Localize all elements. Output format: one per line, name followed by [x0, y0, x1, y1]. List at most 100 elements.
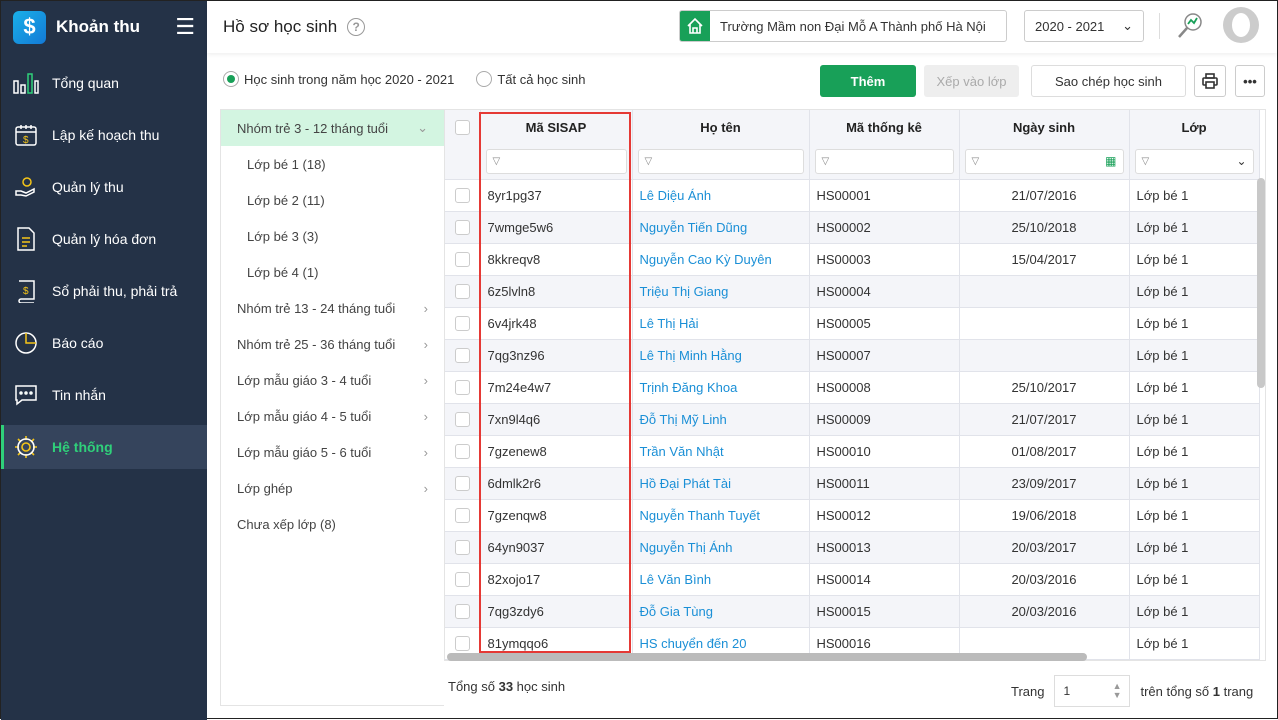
chevron-right-icon[interactable]: ›: [424, 337, 428, 352]
chevron-right-icon[interactable]: ›: [424, 409, 428, 424]
chevron-right-icon[interactable]: ›: [424, 301, 428, 316]
help-icon[interactable]: ?: [347, 18, 366, 36]
student-name-cell[interactable]: Nguyễn Thanh Tuyết: [632, 499, 810, 532]
sidebar-item-6[interactable]: Tin nhắn: [1, 373, 207, 417]
tree-class[interactable]: Lớp bé 2 (11): [221, 182, 444, 218]
student-name-cell[interactable]: Triệu Thị Giang: [632, 275, 810, 308]
student-name-cell[interactable]: Nguyễn Tiến Dũng: [632, 211, 810, 244]
table-row[interactable]: 7wmge5w6 Nguyễn Tiến Dũng HS00002 25/10/201…: [445, 211, 1260, 244]
student-name-cell[interactable]: Lê Văn Bình: [632, 563, 810, 596]
stepper-icon[interactable]: ▲ ▼: [1113, 682, 1122, 700]
more-options-button[interactable]: •••: [1235, 65, 1265, 97]
add-button[interactable]: Thêm: [820, 65, 916, 97]
checkbox[interactable]: [454, 571, 470, 587]
chevron-right-icon[interactable]: ›: [424, 445, 428, 460]
search-analytics-icon[interactable]: [1175, 11, 1205, 44]
row-select[interactable]: [445, 371, 481, 404]
table-row[interactable]: 7qg3zdy6 Đỗ Gia Tùng HS00015 20/03/2016 Lớp …: [445, 595, 1260, 628]
checkbox[interactable]: [454, 603, 470, 619]
checkbox[interactable]: [454, 539, 470, 555]
checkbox[interactable]: [454, 315, 470, 331]
checkbox[interactable]: [454, 507, 470, 523]
student-name-cell[interactable]: Đỗ Gia Tùng: [632, 595, 810, 628]
row-select[interactable]: [445, 467, 481, 500]
sidebar-item-1[interactable]: $ Lập kế hoạch thu: [1, 113, 207, 157]
row-select[interactable]: [445, 595, 481, 628]
tree-group[interactable]: Lớp ghép ›: [221, 470, 444, 506]
year-select[interactable]: 2020 - 2021 ⌄: [1024, 10, 1144, 42]
column-header[interactable]: Lớp: [1129, 110, 1260, 144]
sidebar-item-2[interactable]: Quản lý thu: [1, 165, 207, 209]
checkbox[interactable]: [454, 283, 470, 299]
table-row[interactable]: 7gzenew8 Trần Văn Nhật HS00010 01/08/2017 Lớ…: [445, 435, 1260, 468]
sidebar-item-7[interactable]: Hệ thống: [1, 425, 207, 469]
column-header[interactable]: Mã SISAP: [480, 110, 633, 144]
horizontal-scrollbar[interactable]: [447, 653, 1087, 661]
student-name-cell[interactable]: Lê Diệu Ánh: [632, 179, 810, 212]
filter-input[interactable]: ▽: [637, 148, 804, 174]
filter-input[interactable]: ▽: [485, 148, 627, 174]
sidebar-item-0[interactable]: Tổng quan: [1, 61, 207, 105]
checkbox[interactable]: [454, 443, 470, 459]
chevron-down-icon[interactable]: ⌄: [1236, 154, 1246, 168]
chevron-down-icon[interactable]: ⌄: [417, 120, 428, 136]
table-row[interactable]: 7xn9l4q6 Đỗ Thị Mỹ Linh HS00009 21/07/2017 L…: [445, 403, 1260, 436]
tree-group[interactable]: Lớp mẫu giáo 5 - 6 tuổi ›: [221, 434, 444, 470]
student-name-cell[interactable]: Nguyễn Thị Ánh: [632, 531, 810, 564]
filter-input[interactable]: ▽ ⌄: [1134, 148, 1254, 174]
checkbox[interactable]: [454, 347, 470, 363]
student-name-cell[interactable]: Đỗ Thị Mỹ Linh: [632, 403, 810, 436]
table-row[interactable]: 8yr1pg37 Lê Diệu Ánh HS00001 21/07/2016 Lớp …: [445, 179, 1260, 212]
row-select[interactable]: [445, 275, 481, 308]
student-name-cell[interactable]: Nguyễn Cao Kỳ Duyên: [632, 243, 810, 276]
table-row[interactable]: 6z5lvln8 Triệu Thị Giang HS00004 Lớp bé 1: [445, 275, 1260, 308]
checkbox[interactable]: [454, 475, 470, 491]
filter-input[interactable]: ▽: [814, 148, 954, 174]
tree-group[interactable]: Nhóm trẻ 13 - 24 tháng tuổi ›: [221, 290, 444, 326]
row-select[interactable]: [445, 339, 481, 372]
radio-current-year[interactable]: Học sinh trong năm học 2020 - 2021: [223, 71, 454, 87]
row-select[interactable]: [445, 435, 481, 468]
sidebar-item-4[interactable]: $ Sổ phải thu, phải trả: [1, 269, 207, 313]
tree-class[interactable]: Lớp bé 1 (18): [221, 146, 444, 182]
table-row[interactable]: 7qg3nz96 Lê Thị Minh Hằng HS00007 Lớp bé 1: [445, 339, 1260, 372]
checkbox[interactable]: [454, 187, 470, 203]
table-row[interactable]: 7m24e4w7 Trịnh Đăng Khoa HS00008 25/10/2017…: [445, 371, 1260, 404]
hamburger-menu-icon[interactable]: ☰: [175, 14, 195, 40]
row-select[interactable]: [445, 563, 481, 596]
student-name-cell[interactable]: Trịnh Đăng Khoa: [632, 371, 810, 404]
table-row[interactable]: 8kkreqv8 Nguyễn Cao Kỳ Duyên HS00003 15/04/…: [445, 243, 1260, 276]
assign-class-button[interactable]: Xếp vào lớp: [924, 65, 1019, 97]
checkbox[interactable]: [454, 411, 470, 427]
select-all[interactable]: [445, 110, 481, 144]
tree-group[interactable]: Nhóm trẻ 3 - 12 tháng tuổi ⌄: [221, 110, 444, 146]
table-row[interactable]: 6v4jrk48 Lê Thị Hải HS00005 Lớp bé 1: [445, 307, 1260, 340]
student-name-cell[interactable]: Lê Thị Hải: [632, 307, 810, 340]
tree-group[interactable]: Chưa xếp lớp (8): [221, 506, 444, 542]
checkbox[interactable]: [454, 251, 470, 267]
row-select[interactable]: [445, 179, 481, 212]
row-select[interactable]: [445, 403, 481, 436]
row-select[interactable]: [445, 243, 481, 276]
table-row[interactable]: 64yn9037 Nguyễn Thị Ánh HS00013 20/03/2017 L…: [445, 531, 1260, 564]
vertical-scrollbar[interactable]: [1257, 178, 1265, 388]
tree-group[interactable]: Lớp mẫu giáo 4 - 5 tuổi ›: [221, 398, 444, 434]
checkbox[interactable]: [454, 219, 470, 235]
student-name-cell[interactable]: Hồ Đại Phát Tài: [632, 467, 810, 500]
tree-class[interactable]: Lớp bé 4 (1): [221, 254, 444, 290]
checkbox[interactable]: [454, 379, 470, 395]
row-select[interactable]: [445, 499, 481, 532]
student-name-cell[interactable]: Lê Thị Minh Hằng: [632, 339, 810, 372]
sidebar-item-3[interactable]: Quản lý hóa đơn: [1, 217, 207, 261]
copy-students-button[interactable]: Sao chép học sinh: [1031, 65, 1186, 97]
radio-all-students[interactable]: Tất cả học sinh: [476, 71, 585, 87]
tree-group[interactable]: Lớp mẫu giáo 3 - 4 tuổi ›: [221, 362, 444, 398]
checkbox[interactable]: [454, 119, 470, 135]
column-header[interactable]: Ngày sinh: [959, 110, 1130, 144]
table-row[interactable]: 82xojo17 Lê Văn Bình HS00014 20/03/2016 Lớp …: [445, 563, 1260, 596]
calendar-icon[interactable]: ▦: [1105, 154, 1116, 168]
filter-input[interactable]: ▽ ▦: [964, 148, 1124, 174]
row-select[interactable]: [445, 211, 481, 244]
print-button[interactable]: [1194, 65, 1226, 97]
student-name-cell[interactable]: Trần Văn Nhật: [632, 435, 810, 468]
